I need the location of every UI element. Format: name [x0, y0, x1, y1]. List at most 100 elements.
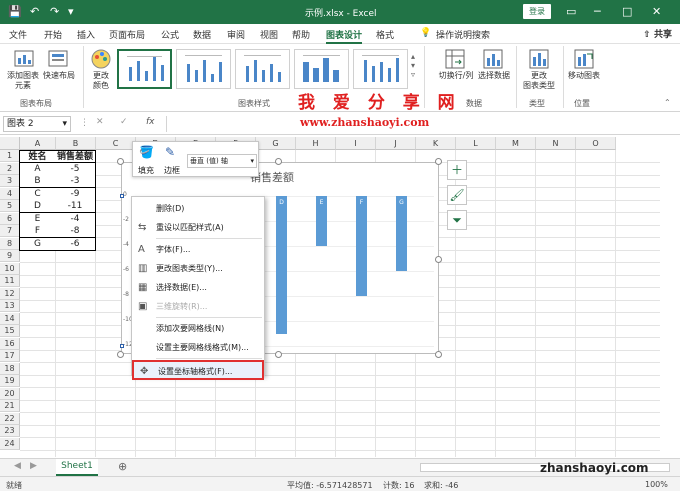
row-header[interactable]: 8 — [0, 237, 20, 250]
table-cell[interactable]: -9 — [55, 187, 96, 201]
row-header[interactable]: 4 — [0, 187, 20, 200]
row-header[interactable]: 14 — [0, 312, 20, 325]
table-cell[interactable]: -5 — [55, 162, 96, 176]
resize-handle[interactable] — [275, 351, 282, 358]
zoom-level[interactable]: 100% — [645, 480, 668, 489]
change-chart-type-label[interactable]: 更改 图表类型 — [518, 71, 560, 91]
chart-bar[interactable]: G — [396, 196, 407, 271]
change-chart-type-icon[interactable] — [528, 48, 550, 70]
login-button[interactable]: 登录 — [523, 4, 551, 19]
collapse-ribbon-icon[interactable]: ⌃ — [664, 98, 671, 107]
chart-bar[interactable]: D — [276, 196, 287, 334]
context-menu-item[interactable]: ⇆ 重设以匹配样式(A) — [132, 218, 264, 238]
column-header[interactable]: H — [296, 137, 336, 150]
chart-filters-button[interactable]: ⏷ — [447, 210, 467, 230]
select-data-label[interactable]: 选择数据 — [472, 71, 516, 81]
chart-style-1[interactable] — [117, 49, 172, 89]
row-header[interactable]: 21 — [0, 400, 20, 412]
column-header[interactable]: B — [56, 137, 96, 150]
border-label[interactable]: 边框 — [164, 165, 180, 176]
chevron-down-icon[interactable]: ▾ — [250, 155, 254, 167]
column-header[interactable]: G — [256, 137, 296, 150]
fill-label[interactable]: 填充 — [138, 165, 154, 176]
tab-home[interactable]: 开始 — [44, 28, 62, 41]
next-sheet-icon[interactable]: ▶ — [30, 461, 37, 471]
column-header[interactable]: K — [416, 137, 456, 150]
column-header[interactable]: J — [376, 137, 416, 150]
add-sheet-icon[interactable]: ⊕ — [118, 460, 127, 473]
chevron-down-icon[interactable]: ▾ — [62, 117, 67, 131]
tab-data[interactable]: 数据 — [193, 28, 211, 41]
tab-chart-design[interactable]: 图表设计 — [326, 28, 363, 44]
move-chart-label[interactable]: 移动图表 — [564, 71, 604, 81]
element-selector[interactable]: 垂直 (值) 轴 ▾ — [187, 154, 257, 168]
table-cell[interactable]: 姓名 — [19, 150, 56, 163]
table-cell[interactable]: A — [19, 162, 56, 176]
share-button[interactable]: ⇧ 共享 — [643, 27, 672, 40]
context-menu-item[interactable]: ▦ 选择数据(E)... — [132, 278, 264, 298]
context-menu-item[interactable]: ▥ 更改图表类型(Y)... — [132, 259, 264, 279]
tab-file[interactable]: 文件 — [9, 28, 27, 41]
column-header[interactable]: N — [536, 137, 576, 150]
chart-bar[interactable]: E — [316, 196, 327, 246]
row-header[interactable]: 13 — [0, 300, 20, 312]
table-cell[interactable]: D — [19, 200, 56, 213]
sheet-tab[interactable]: Sheet1 — [56, 459, 98, 476]
axis-selection-handle[interactable] — [120, 344, 124, 348]
minimize-icon[interactable]: ─ — [594, 5, 601, 18]
context-menu-item[interactable]: 删除(D) — [132, 199, 264, 219]
row-header[interactable]: 11 — [0, 275, 20, 287]
row-header[interactable]: 3 — [0, 175, 20, 187]
border-pen-icon[interactable]: ✎ — [165, 145, 175, 159]
change-colors-label[interactable]: 更改 颜色 — [86, 71, 116, 91]
tab-format[interactable]: 格式 — [376, 28, 394, 41]
move-chart-icon[interactable] — [573, 48, 595, 70]
chart-bar[interactable]: F — [356, 196, 367, 296]
table-cell[interactable]: B — [19, 175, 56, 188]
row-header[interactable]: 9 — [0, 250, 20, 262]
resize-handle[interactable] — [435, 158, 442, 165]
column-header[interactable]: O — [576, 137, 616, 150]
row-header[interactable]: 22 — [0, 412, 20, 425]
add-chart-element-label[interactable]: 添加图表 元素 — [4, 71, 42, 91]
resize-handle[interactable] — [435, 351, 442, 358]
table-cell[interactable]: G — [19, 237, 56, 251]
tab-page-layout[interactable]: 页面布局 — [109, 28, 145, 41]
save-icon[interactable]: 💾 — [8, 5, 22, 18]
table-cell[interactable]: C — [19, 187, 56, 201]
enter-icon[interactable]: ✓ — [120, 117, 128, 127]
quick-layout-label[interactable]: 快速布局 — [40, 71, 78, 81]
tab-insert[interactable]: 插入 — [77, 28, 95, 41]
table-cell[interactable]: -6 — [55, 237, 96, 251]
column-header[interactable]: A — [20, 137, 56, 150]
column-header[interactable]: I — [336, 137, 376, 150]
row-header[interactable]: 1 — [0, 150, 20, 162]
table-cell[interactable]: -4 — [55, 212, 96, 226]
table-cell[interactable]: F — [19, 225, 56, 238]
row-header[interactable]: 12 — [0, 287, 20, 300]
ribbon-display-icon[interactable]: ▭ — [566, 5, 576, 18]
context-menu-item[interactable]: 添加次要网格线(N) — [132, 319, 264, 339]
table-cell[interactable]: -11 — [55, 200, 96, 213]
row-header[interactable]: 2 — [0, 162, 20, 175]
resize-handle[interactable] — [117, 351, 124, 358]
prev-sheet-icon[interactable]: ◀ — [14, 461, 21, 471]
context-menu-item[interactable]: 设置主要网格线格式(M)... — [132, 338, 264, 358]
customize-qat-icon[interactable]: ▾ — [68, 5, 74, 18]
column-header[interactable]: L — [456, 137, 496, 150]
tell-me-search[interactable]: 操作说明搜索 — [436, 28, 490, 41]
undo-icon[interactable]: ↶ — [30, 5, 39, 18]
row-header[interactable]: 24 — [0, 437, 20, 450]
tab-review[interactable]: 审阅 — [227, 28, 245, 41]
resize-handle[interactable] — [435, 256, 442, 263]
tab-view[interactable]: 视图 — [260, 28, 278, 41]
row-header[interactable]: 15 — [0, 325, 20, 337]
chart-style-4[interactable] — [294, 49, 349, 89]
select-all-corner[interactable] — [0, 137, 20, 150]
switch-row-col-icon[interactable] — [444, 48, 466, 70]
row-header[interactable]: 7 — [0, 225, 20, 237]
chart-elements-button[interactable]: ＋ — [447, 160, 467, 180]
chart-style-5[interactable] — [353, 49, 408, 89]
row-header[interactable]: 20 — [0, 387, 20, 400]
chart-style-3[interactable] — [235, 49, 290, 89]
